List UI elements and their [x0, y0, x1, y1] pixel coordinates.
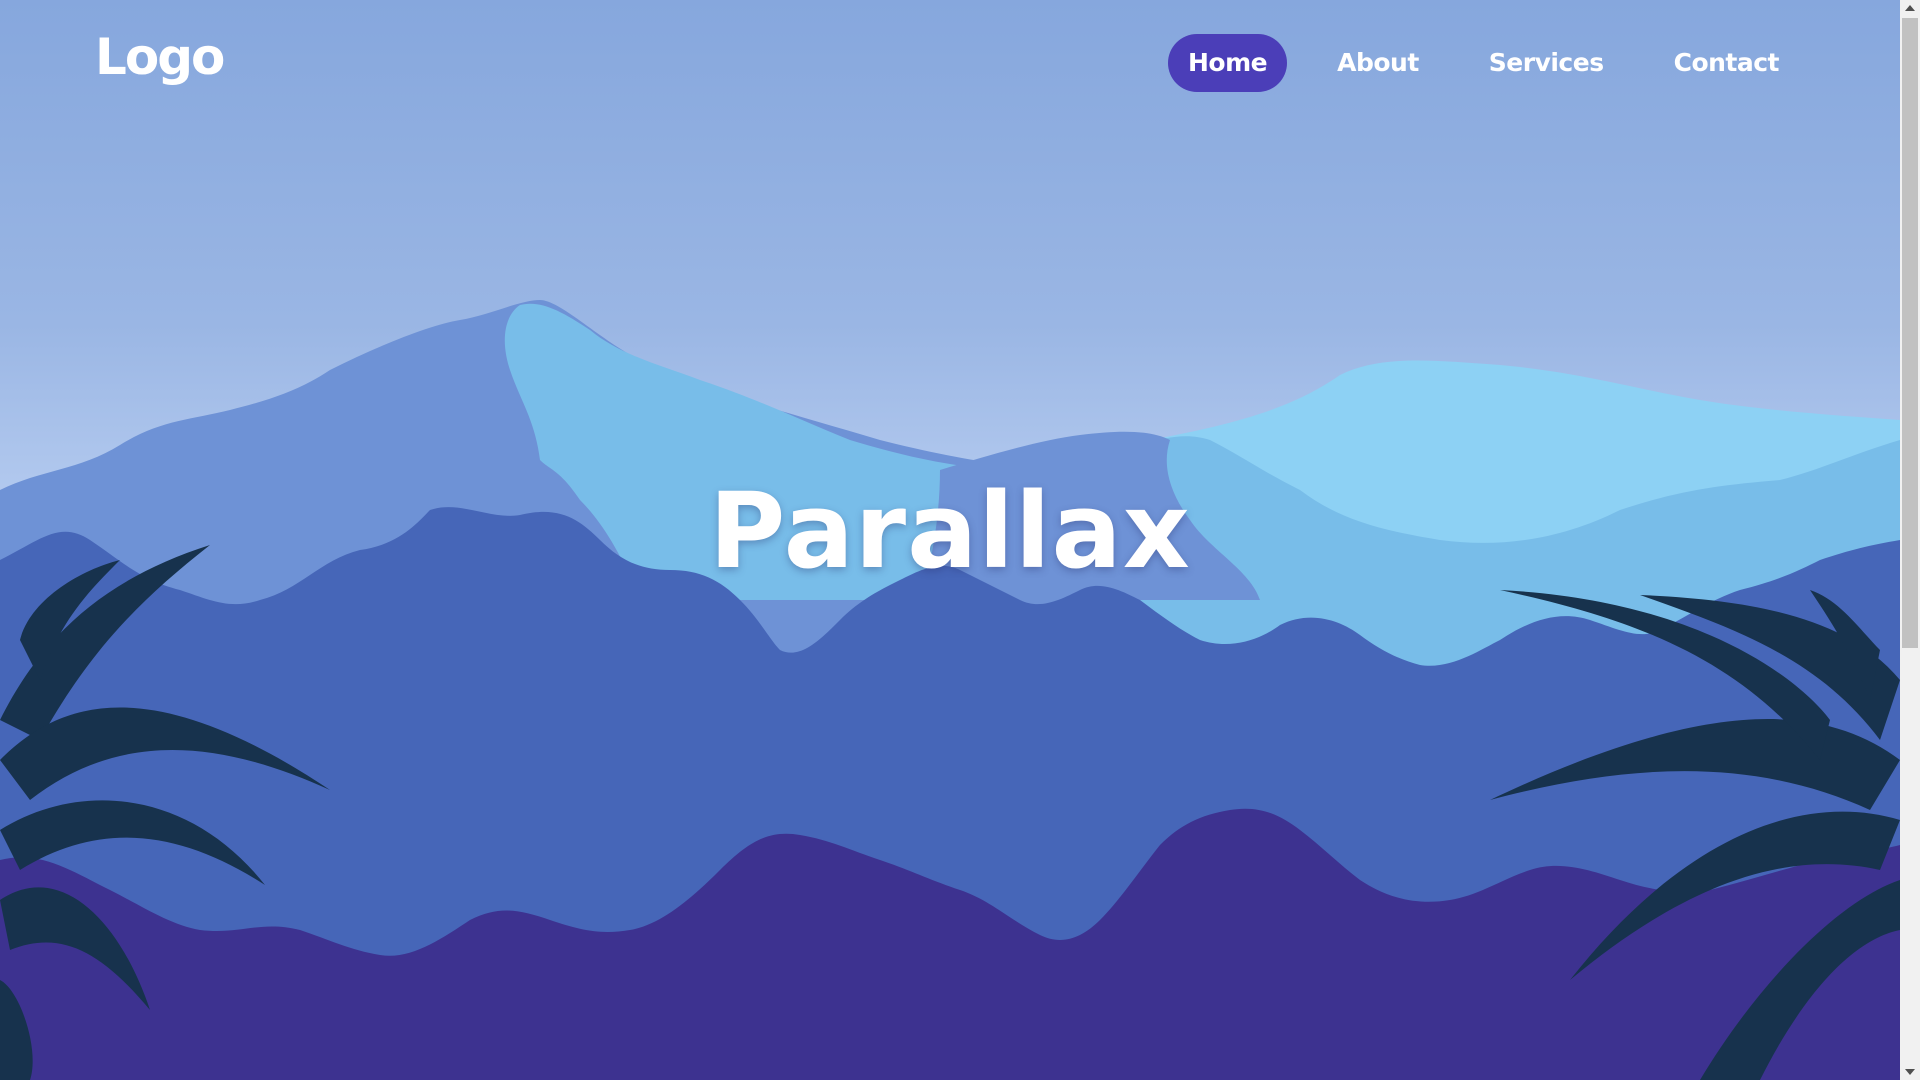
nav-item-contact: Contact — [1654, 34, 1799, 92]
nav-link-about[interactable]: About — [1317, 34, 1439, 92]
main-nav: Home About Services Contact — [1168, 34, 1799, 92]
scroll-up-arrow-icon[interactable] — [1900, 0, 1920, 16]
site-header: Logo Home About Services Contact — [0, 0, 1900, 125]
nav-item-services: Services — [1469, 34, 1624, 92]
nav-list: Home About Services Contact — [1168, 34, 1799, 92]
scrollbar-thumb[interactable] — [1902, 18, 1918, 648]
vertical-scrollbar[interactable] — [1900, 0, 1920, 1080]
nav-item-about: About — [1317, 34, 1439, 92]
nav-link-services[interactable]: Services — [1469, 34, 1624, 92]
nav-link-contact[interactable]: Contact — [1654, 34, 1799, 92]
nav-link-home[interactable]: Home — [1168, 34, 1288, 92]
page-viewport: Logo Home About Services Contact Paralla… — [0, 0, 1900, 1080]
hero-title: Parallax — [709, 470, 1191, 592]
logo[interactable]: Logo — [95, 28, 225, 86]
scroll-down-arrow-icon[interactable] — [1900, 1064, 1920, 1080]
nav-item-home: Home — [1168, 34, 1288, 92]
